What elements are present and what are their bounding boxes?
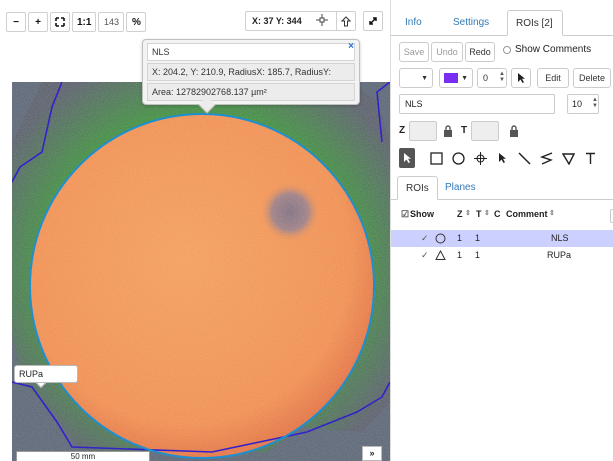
fit-to-window-button[interactable] [50, 12, 70, 32]
header-comment[interactable]: Comment [506, 209, 548, 219]
radio-icon[interactable] [503, 45, 511, 54]
text-tool[interactable] [579, 148, 601, 168]
roi-subtabs: ROIs Planes [391, 172, 613, 200]
zoom-percent-input[interactable]: 143 [98, 12, 125, 32]
expand-panel-button[interactable]: » [362, 446, 382, 461]
roi-info-popup: NLS X: 204.2, Y: 210.9, RadiusX: 185.7, … [142, 39, 360, 114]
table-row[interactable]: ✓ 1 1 RUPa [391, 247, 613, 264]
sort-icon[interactable]: ⇕ [465, 209, 471, 217]
panel-tabs: Info Settings ROIs [2] [391, 6, 613, 36]
tab-info[interactable]: Info [397, 10, 430, 36]
roi-text-input[interactable]: NLS [399, 94, 555, 114]
visibility-checkbox[interactable]: ✓ [421, 250, 429, 261]
image-canvas[interactable] [12, 82, 390, 461]
chevron-down-icon: ▼ [421, 74, 428, 82]
arrow-up-icon [341, 15, 351, 26]
row-t: 1 [475, 233, 481, 243]
crosshair-icon [316, 14, 328, 28]
row-z: 1 [457, 250, 463, 260]
pointer-icon [404, 153, 411, 163]
t-plane-input[interactable] [471, 121, 499, 141]
checkbox-icon[interactable]: ☑ [401, 209, 409, 220]
rotate-button[interactable] [336, 11, 356, 31]
shape-toolbar [399, 148, 601, 168]
zoom-out-button[interactable]: − [6, 12, 26, 32]
stroke-color-picker[interactable]: ▼ [399, 68, 433, 88]
arrow-tool[interactable] [491, 148, 513, 168]
coordinates-text: X: 37 Y: 344 [252, 16, 302, 26]
table-row[interactable]: ✓ 1 1 NLS [391, 230, 613, 247]
fill-color-picker[interactable]: ▼ [439, 68, 473, 88]
delete-button[interactable]: Delete [573, 68, 611, 88]
table-header: ☑ Show Z ⇕ T ⇕ C Comment ⇕ [391, 206, 613, 224]
ellipse-tool[interactable] [447, 148, 469, 168]
visibility-checkbox[interactable]: ✓ [421, 233, 429, 244]
rectangle-icon [429, 151, 443, 165]
row-comment: NLS [551, 233, 569, 243]
image-viewer[interactable]: − + 1:1 143 % X: 37 Y: 344 NLS X: 204.2,… [0, 0, 390, 461]
expand-arrows-icon [55, 17, 65, 27]
z-label: Z [399, 125, 406, 136]
zoom-percent-button[interactable]: % [126, 12, 147, 32]
undo-button[interactable]: Undo [431, 42, 463, 62]
fill-color-swatch [444, 73, 458, 83]
line-tool[interactable] [513, 148, 535, 168]
roi-name-field[interactable]: NLS [147, 43, 355, 61]
scale-bar: 50 mm [16, 451, 150, 461]
cursor-arrow-icon[interactable] [511, 68, 531, 88]
close-icon[interactable]: × [348, 41, 354, 52]
polygon-icon [435, 250, 446, 260]
polyline-icon [539, 151, 553, 165]
show-comments-toggle[interactable]: Show Comments [503, 44, 591, 55]
polygon-tool[interactable] [557, 148, 579, 168]
diagonal-expand-icon [369, 17, 377, 25]
z-plane-input[interactable] [409, 121, 437, 141]
row-z: 1 [457, 233, 463, 243]
stroke-width-spinner[interactable]: ▲ ▼ [499, 71, 505, 85]
subtab-rois[interactable]: ROIs [397, 176, 438, 200]
font-size-spinner[interactable]: ▲ ▼ [592, 97, 598, 111]
stroke-width-value: 0 [483, 73, 489, 83]
edit-button[interactable]: Edit [537, 68, 569, 88]
header-c[interactable]: C [494, 209, 501, 219]
header-t[interactable]: T [476, 209, 482, 219]
chevron-down-icon: ▼ [461, 74, 468, 82]
tab-settings[interactable]: Settings [445, 10, 497, 36]
save-button[interactable]: Save [399, 42, 429, 62]
redo-button[interactable]: Redo [465, 42, 495, 62]
lock-icon[interactable] [443, 125, 453, 137]
viewer-toolbar: − + 1:1 143 % [6, 11, 147, 33]
roi-geometry-text: X: 204.2, Y: 210.9, RadiusX: 185.7, Radi… [147, 63, 355, 81]
show-comments-label: Show Comments [515, 44, 592, 55]
actual-size-button[interactable]: 1:1 [72, 12, 97, 32]
roi-table: ☑ Show Z ⇕ T ⇕ C Comment ⇕ ✓ 1 1 NLS ✓ 1 [391, 206, 613, 264]
header-show[interactable]: Show [410, 209, 434, 219]
rectangle-tool[interactable] [425, 148, 447, 168]
ellipse-icon [435, 233, 446, 244]
fullscreen-button[interactable] [363, 11, 383, 31]
select-tool[interactable] [399, 148, 415, 168]
row-t: 1 [475, 250, 481, 260]
row-comment: RUPa [547, 250, 572, 260]
circle-icon [451, 151, 465, 165]
zoom-in-button[interactable]: + [28, 12, 48, 32]
text-icon [585, 152, 595, 164]
crosshair-circle-icon [473, 151, 487, 165]
line-icon [517, 151, 531, 165]
tab-rois[interactable]: ROIs [2] [507, 10, 563, 36]
sort-icon[interactable]: ⇕ [484, 209, 490, 217]
t-label: T [461, 125, 468, 136]
right-panel: Info Settings ROIs [2] Save Undo Redo Sh… [390, 0, 613, 461]
sort-icon[interactable]: ⇕ [549, 209, 555, 217]
image-grain [12, 82, 390, 461]
polygon-icon [561, 152, 575, 165]
polyline-tool[interactable] [535, 148, 557, 168]
header-z[interactable]: Z [457, 209, 463, 219]
point-tool[interactable] [469, 148, 491, 168]
subtab-planes[interactable]: Planes [437, 176, 484, 200]
rupa-roi-label[interactable]: RUPa [14, 365, 78, 383]
arrow-icon [499, 152, 506, 163]
lock-icon[interactable] [509, 125, 519, 137]
roi-area-text: Area: 12782902768.137 µm² [147, 83, 355, 101]
